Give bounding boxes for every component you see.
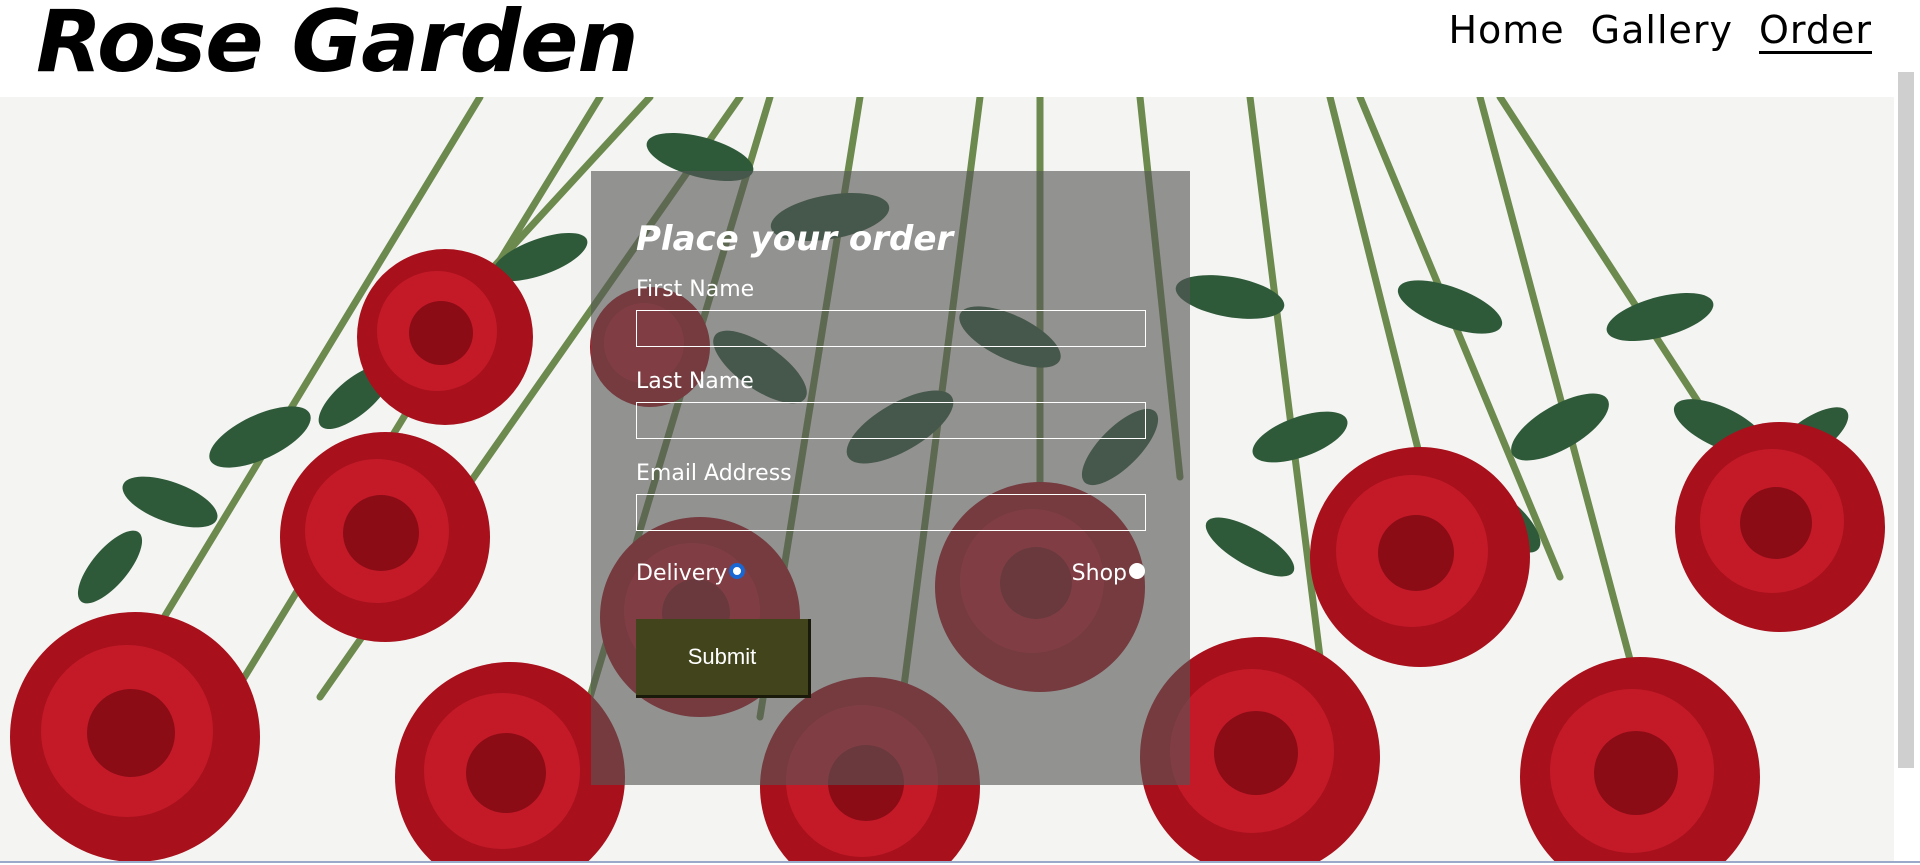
nav-home-link[interactable]: Home [1448,8,1564,52]
delivery-option[interactable]: Delivery [636,561,746,586]
vertical-scrollbar[interactable] [1898,72,1914,768]
fulfillment-options: Delivery Shop [636,561,1145,591]
bottom-divider [0,861,1920,863]
email-address-label: Email Address [636,461,792,486]
last-name-label: Last Name [636,369,754,394]
nav-order-link[interactable]: Order [1759,8,1872,52]
first-name-label: First Name [636,277,755,302]
email-address-input[interactable] [636,494,1146,531]
shop-label: Shop [1071,561,1127,586]
main-nav: Home Gallery Order [1448,8,1872,52]
page: Rose Garden Home Gallery Order Place you… [0,0,1920,865]
delivery-radio[interactable] [729,562,746,579]
delivery-label: Delivery [636,561,728,586]
order-form-panel: Place your order First Name Last Name Em… [591,171,1190,785]
order-form-title: Place your order [636,219,954,259]
last-name-input[interactable] [636,402,1146,439]
first-name-input[interactable] [636,310,1146,347]
site-title: Rose Garden [36,0,639,92]
nav-gallery-link[interactable]: Gallery [1591,8,1733,52]
shop-option[interactable]: Shop [1072,561,1145,586]
submit-button[interactable]: Submit [636,619,811,698]
shop-radio[interactable] [1129,562,1145,579]
